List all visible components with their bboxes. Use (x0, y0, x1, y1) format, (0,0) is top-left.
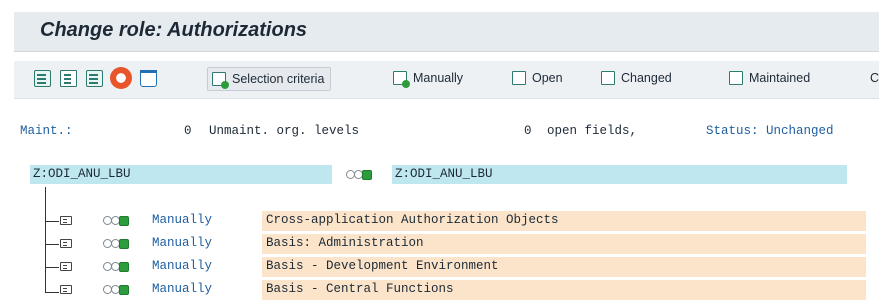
role-status-lights (346, 169, 374, 181)
role-name-right: Z:ODI_ANU_LBU (395, 167, 493, 181)
changed-icon (601, 71, 615, 85)
manually-link[interactable]: Manually (152, 282, 212, 296)
light-green-icon (119, 262, 129, 272)
changed-label: Changed (621, 71, 672, 85)
help-lifebuoy-icon[interactable] (110, 67, 132, 89)
unmaint-label: Unmaint. org. levels (209, 124, 360, 138)
maint-label: Maint.: (20, 124, 73, 138)
unmaint-count: 0 (184, 124, 192, 138)
selection-criteria-button[interactable]: Selection criteria (207, 67, 332, 91)
title-bar: Change role: Authorizations (14, 12, 879, 52)
document-icon[interactable] (60, 70, 77, 87)
more-label: C (870, 71, 879, 85)
more-button[interactable]: C (846, 67, 879, 91)
light-green-icon (119, 285, 129, 295)
trash-icon[interactable] (140, 70, 157, 87)
status-text: Status: Unchanged (706, 124, 834, 138)
light-green-icon (362, 169, 372, 180)
open-fields-label: open fields, (547, 124, 638, 138)
tree-line (45, 187, 46, 293)
transport-icon[interactable] (86, 70, 103, 87)
toolbar: Selection criteria Manually Open Changed… (14, 61, 879, 99)
tree-item-description[interactable]: Cross-application Authorization Objects (266, 213, 559, 227)
folder-icon[interactable] (60, 216, 72, 225)
folder-icon[interactable] (60, 285, 72, 294)
folder-icon[interactable] (60, 262, 72, 271)
manually-button[interactable]: Manually (389, 67, 463, 91)
maintained-icon (729, 71, 743, 85)
page-title: Change role: Authorizations (40, 19, 308, 41)
tree-branch (45, 292, 59, 293)
manually-link[interactable]: Manually (152, 236, 212, 250)
role-name[interactable]: Z:ODI_ANU_LBU (33, 167, 131, 181)
light-green-icon (119, 216, 129, 226)
tree-branch (45, 267, 59, 268)
tree-item-description[interactable]: Basis - Central Functions (266, 282, 454, 296)
maintained-label: Maintained (749, 71, 811, 85)
selection-criteria-icon (212, 72, 229, 89)
open-button[interactable]: Open (508, 67, 563, 91)
tree-branch (45, 221, 59, 222)
row-status-lights (103, 216, 131, 227)
row-status-lights (103, 285, 131, 296)
table-icon[interactable] (34, 70, 51, 87)
folder-icon[interactable] (60, 239, 72, 248)
row-status-lights (103, 239, 131, 250)
manually-link[interactable]: Manually (152, 213, 212, 227)
light-green-icon (119, 239, 129, 249)
selection-criteria-label: Selection criteria (232, 72, 325, 86)
manually-label: Manually (413, 71, 464, 85)
manually-link[interactable]: Manually (152, 259, 212, 273)
open-label: Open (532, 71, 563, 85)
tree-item-description[interactable]: Basis: Administration (266, 236, 424, 250)
open-icon (512, 71, 526, 85)
changed-button[interactable]: Changed (597, 67, 672, 91)
manually-icon (393, 71, 410, 88)
row-status-lights (103, 262, 131, 273)
maintained-button[interactable]: Maintained (725, 67, 810, 91)
tree-item-description[interactable]: Basis - Development Environment (266, 259, 499, 273)
open-count: 0 (524, 124, 532, 138)
tree-branch (45, 244, 59, 245)
